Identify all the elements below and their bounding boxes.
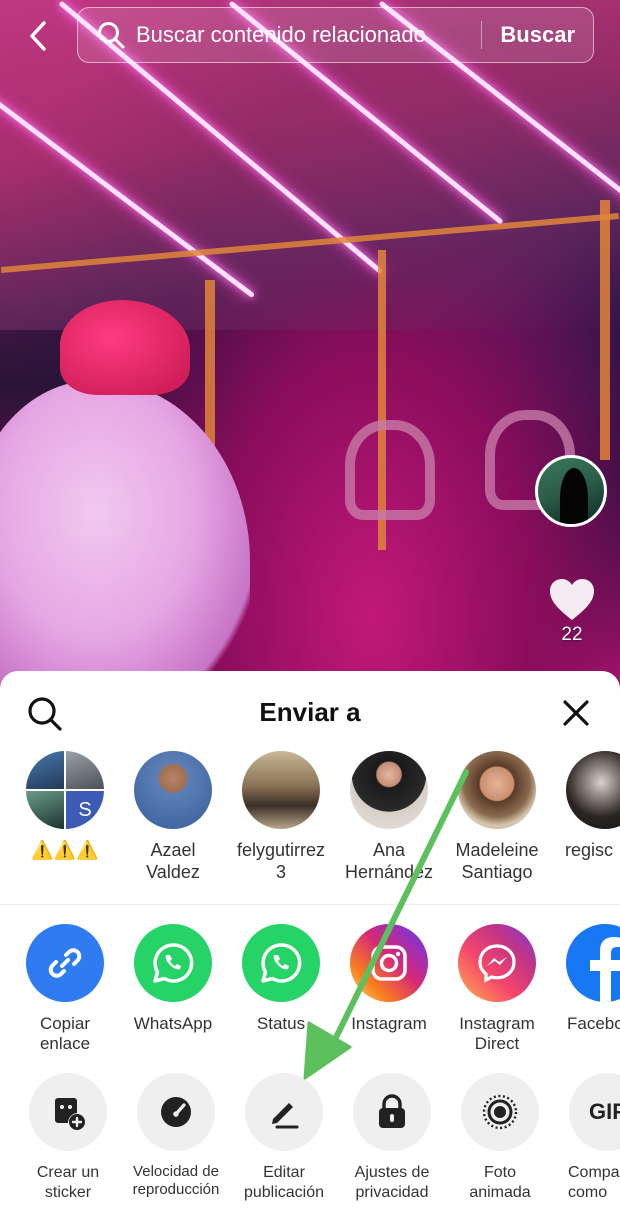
lock-icon (353, 1073, 431, 1151)
speed-icon (137, 1073, 215, 1151)
app-label: Status (256, 1014, 306, 1033)
edit-icon (245, 1073, 323, 1151)
tool-label: Editar publicación (243, 1164, 325, 1201)
whatsapp-status-icon (242, 924, 320, 1002)
create-sticker-button[interactable]: Crear un sticker (14, 1073, 122, 1203)
like-count: 22 (561, 624, 583, 645)
live-photo-icon (461, 1073, 539, 1151)
instagram-icon (350, 924, 428, 1002)
contact-item[interactable]: Azael Valdez (119, 751, 227, 883)
search-icon (96, 20, 126, 50)
app-label: Instagram (351, 1014, 427, 1033)
gif-glyph: GIF (589, 1099, 620, 1124)
user-avatar (458, 751, 536, 829)
gif-icon: GIF (569, 1073, 620, 1151)
tool-label: Ajustes de privacidad (354, 1164, 430, 1201)
axe-target (345, 420, 435, 520)
instagram-direct-button[interactable]: Instagram Direct (443, 924, 551, 1054)
edit-post-button[interactable]: Editar publicación (230, 1073, 338, 1203)
contact-name: ⚠️⚠️⚠️ (31, 840, 99, 860)
contact-name: Madeleine Santiago (455, 840, 539, 882)
instagram-button[interactable]: Instagram (335, 924, 443, 1034)
heart-icon (550, 579, 594, 620)
user-avatar (134, 751, 212, 829)
share-sheet: Enviar a S ⚠️⚠️⚠️ Azael Valdez felygutir… (0, 671, 620, 1213)
tool-label: Velocidad de reproducción (132, 1163, 220, 1198)
wooden-post (600, 200, 610, 460)
red-cap (60, 300, 190, 395)
user-avatar (242, 751, 320, 829)
tool-label: Crear un sticker (36, 1164, 100, 1201)
contacts-row: S ⚠️⚠️⚠️ Azael Valdez felygutirrez 3 Ana… (0, 751, 620, 901)
search-input[interactable]: Buscar contenido relacionado (136, 22, 481, 48)
divider (0, 904, 620, 905)
facebook-button[interactable]: Facebo (551, 924, 620, 1034)
chevron-left-icon (30, 21, 46, 51)
search-button[interactable]: Buscar (482, 22, 593, 48)
search-bar[interactable]: Buscar contenido relacionado Buscar (77, 7, 594, 63)
sticker-icon (29, 1073, 107, 1151)
copy-link-button[interactable]: Copiar enlace (11, 924, 119, 1054)
share-as-gif-button[interactable]: GIF Compa como (554, 1073, 620, 1203)
group-avatar: S (26, 751, 104, 829)
whatsapp-icon (134, 924, 212, 1002)
video-player[interactable] (0, 0, 620, 700)
contact-name: Azael Valdez (146, 840, 200, 882)
app-label: WhatsApp (133, 1014, 213, 1033)
tool-label: Compa como (568, 1164, 620, 1201)
like-button[interactable]: 22 (545, 578, 599, 646)
creator-avatar[interactable] (535, 455, 607, 527)
share-sheet-header: Enviar a (0, 671, 620, 753)
contact-item[interactable]: S ⚠️⚠️⚠️ (11, 751, 119, 861)
tool-label: Foto animada (469, 1164, 531, 1201)
link-icon (26, 924, 104, 1002)
contact-name: regisc (565, 840, 614, 860)
live-photo-button[interactable]: Foto animada (446, 1073, 554, 1203)
whatsapp-status-button[interactable]: Status (227, 924, 335, 1034)
app-label: Facebo (567, 1014, 620, 1033)
contact-item[interactable]: regisc (551, 751, 620, 861)
privacy-settings-button[interactable]: Ajustes de privacidad (338, 1073, 446, 1203)
facebook-icon (566, 924, 620, 1002)
contact-item[interactable]: Ana Hernández (335, 751, 443, 883)
contact-name: Ana Hernández (344, 840, 434, 882)
share-sheet-title: Enviar a (259, 697, 361, 727)
user-avatar (350, 751, 428, 829)
app-label: Instagram Direct (459, 1014, 535, 1053)
close-icon[interactable] (560, 697, 592, 729)
back-button[interactable] (20, 16, 56, 56)
app-label: Copiar enlace (39, 1014, 91, 1053)
messenger-icon (458, 924, 536, 1002)
whatsapp-button[interactable]: WhatsApp (119, 924, 227, 1034)
contact-item[interactable]: felygutirrez 3 (227, 751, 335, 883)
contact-item[interactable]: Madeleine Santiago (443, 751, 551, 883)
playback-speed-button[interactable]: Velocidad de reproducción (122, 1073, 230, 1199)
contact-name: felygutirrez 3 (236, 840, 326, 882)
user-avatar (566, 751, 620, 829)
